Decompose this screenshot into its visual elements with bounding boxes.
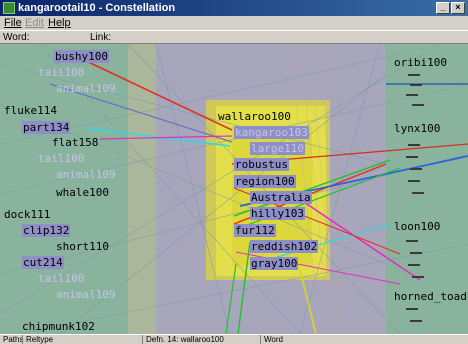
- tick-mark: [406, 240, 418, 242]
- word-node[interactable]: bushy100: [54, 50, 109, 63]
- word-node[interactable]: short110: [56, 240, 109, 253]
- word-node[interactable]: flat158: [52, 136, 98, 149]
- word-node[interactable]: gray100: [250, 257, 299, 270]
- status-definition: Defn. 14: wallaroo100: [142, 335, 260, 344]
- menu-help[interactable]: Help: [48, 17, 71, 29]
- status-paths: Paths: [3, 335, 24, 344]
- word-node[interactable]: tail100: [38, 272, 84, 285]
- field-bar: Word: Link:: [0, 30, 468, 44]
- word-field-label: Word:: [3, 32, 30, 43]
- word-node[interactable]: reddish102: [250, 240, 319, 253]
- status-bar: Paths Reltype Defn. 14: wallaroo100 Word: [0, 334, 468, 344]
- word-node[interactable]: kangaroo103: [234, 126, 309, 139]
- tick-mark: [410, 252, 422, 254]
- word-node[interactable]: lynx100: [394, 122, 440, 135]
- link-field-label: Link:: [90, 32, 112, 43]
- word-node[interactable]: hilly103: [250, 207, 305, 220]
- tick-mark: [408, 180, 420, 182]
- word-node[interactable]: tail100: [38, 66, 84, 79]
- close-icon: ×: [455, 2, 461, 12]
- focus-word[interactable]: wallaroo100: [218, 110, 291, 123]
- app-icon: [3, 2, 15, 14]
- word-node[interactable]: whale100: [56, 186, 109, 199]
- word-node[interactable]: animal109: [56, 82, 116, 95]
- word-node[interactable]: fur112: [234, 224, 276, 237]
- tick-mark: [412, 276, 424, 278]
- status-word: Word: [260, 335, 468, 344]
- tick-mark: [410, 320, 422, 322]
- tick-mark: [410, 84, 422, 86]
- close-button[interactable]: ×: [451, 2, 465, 14]
- tick-mark: [406, 308, 418, 310]
- word-node[interactable]: tail100: [38, 152, 84, 165]
- word-node[interactable]: cut214: [22, 256, 64, 269]
- tick-mark: [410, 168, 422, 170]
- tick-mark: [408, 264, 420, 266]
- word-node[interactable]: part134: [22, 121, 71, 134]
- status-reltype: Reltype: [22, 335, 142, 344]
- tick-mark: [412, 192, 424, 194]
- window-title: kangarootail10 - Constellation: [18, 2, 176, 14]
- menu-bar: File Edit Help: [0, 16, 468, 30]
- minimize-icon: _: [440, 2, 446, 12]
- word-node[interactable]: animal109: [56, 168, 116, 181]
- menu-file[interactable]: File: [4, 17, 22, 29]
- tick-mark: [406, 156, 418, 158]
- word-node[interactable]: dock111: [4, 208, 50, 221]
- minimize-button[interactable]: _: [436, 2, 450, 14]
- tick-mark: [412, 104, 424, 106]
- word-node[interactable]: robustus: [234, 158, 289, 171]
- word-node[interactable]: large110: [250, 142, 305, 155]
- menu-edit[interactable]: Edit: [25, 17, 44, 29]
- title-bar: kangarootail10 - Constellation _ ×: [0, 0, 468, 16]
- tick-mark: [408, 74, 420, 76]
- word-node[interactable]: Australia: [250, 191, 312, 204]
- word-node[interactable]: fluke114: [4, 104, 57, 117]
- word-node[interactable]: animal109: [56, 288, 116, 301]
- word-node[interactable]: region100: [234, 175, 296, 188]
- constellation-view[interactable]: bushy100 tail100 animal109 fluke114 part…: [0, 44, 468, 334]
- word-node[interactable]: loon100: [394, 220, 440, 233]
- word-node[interactable]: clip132: [22, 224, 71, 237]
- word-node[interactable]: chipmunk102: [22, 320, 95, 333]
- word-node[interactable]: horned_toad1(: [394, 290, 468, 303]
- tick-mark: [406, 94, 418, 96]
- word-node[interactable]: oribi100: [394, 56, 447, 69]
- tick-mark: [408, 144, 420, 146]
